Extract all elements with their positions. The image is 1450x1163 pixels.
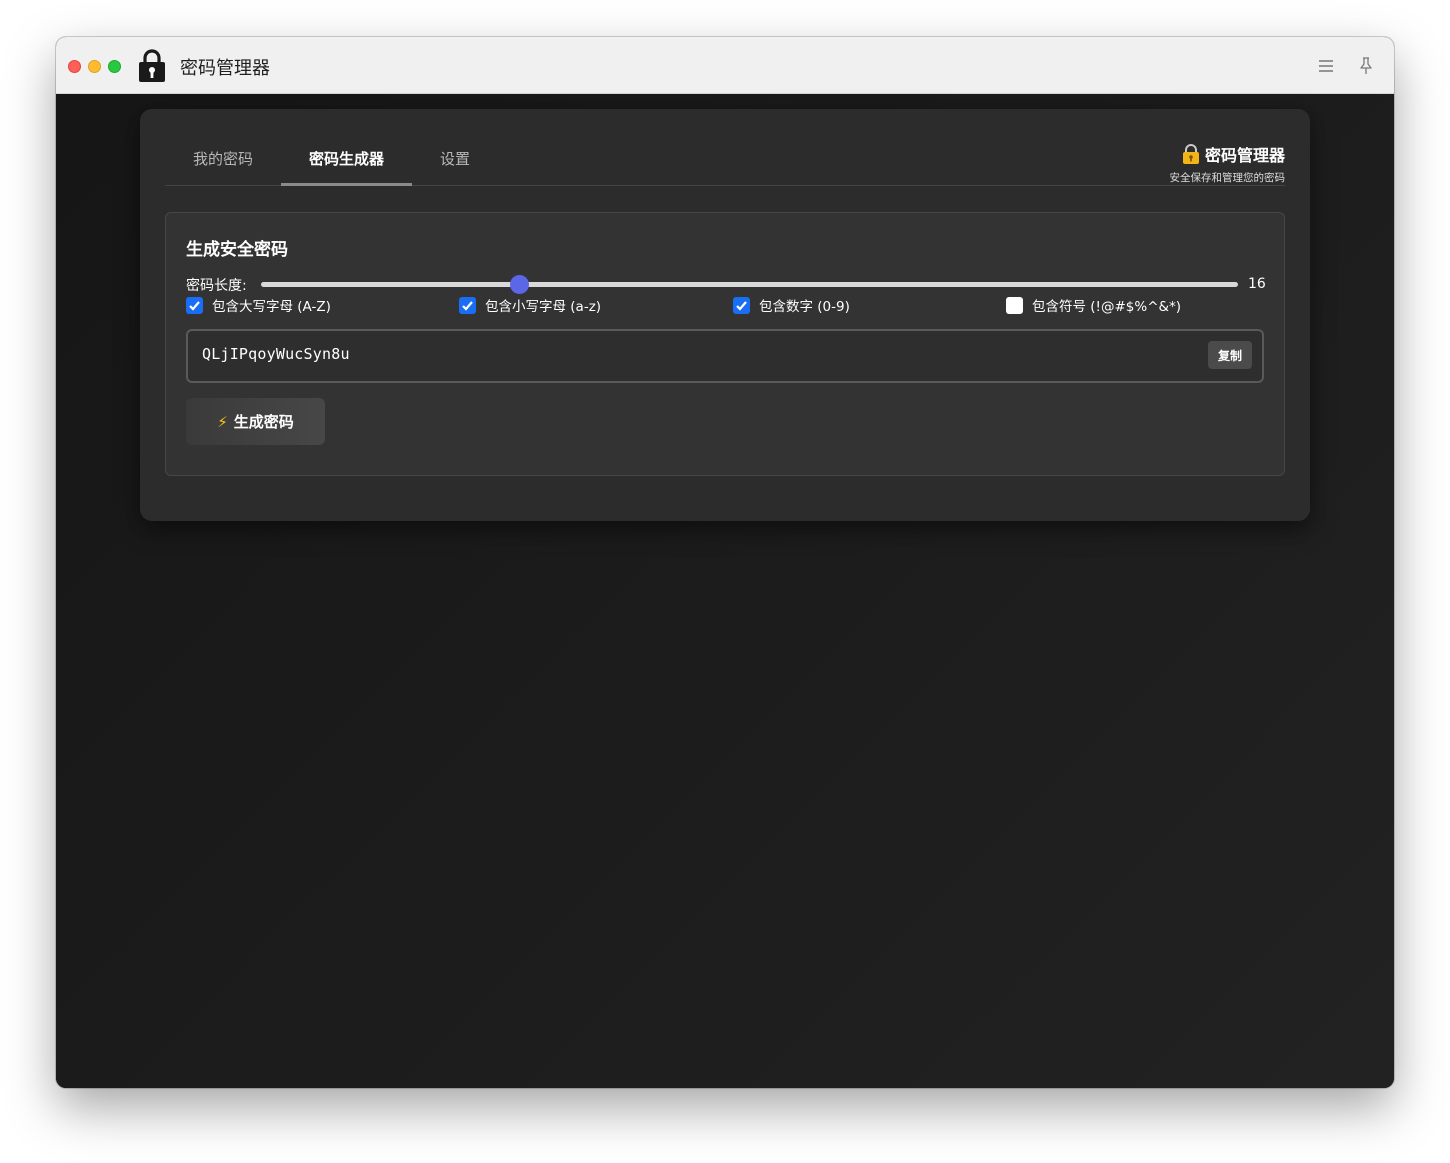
tab-my-passwords[interactable]: 我的密码 [193,148,253,186]
panel-heading: 生成安全密码 [186,240,288,260]
length-slider-track[interactable] [261,282,1238,287]
option-digits[interactable]: 包含数字 (0-9) [733,295,850,315]
checkmark-icon [189,300,200,311]
tab-settings[interactable]: 设置 [440,148,470,186]
brand-subtitle: 安全保存和管理您的密码 [1169,172,1286,184]
checkbox-symbols[interactable] [1006,296,1023,314]
brand-header: 密码管理器 安全保存和管理您的密码 [1169,142,1286,185]
lightning-icon: ⚡ [217,412,228,431]
option-symbols[interactable]: 包含符号 (!@#$%^&*) [1006,295,1181,315]
minimize-window-button[interactable] [88,60,101,73]
checkbox-digits[interactable] [733,296,750,314]
checkbox-uppercase[interactable] [186,296,203,314]
checkmark-icon [462,300,473,311]
pin-icon[interactable] [1358,56,1374,76]
length-label: 密码长度: [186,278,247,294]
password-output-field[interactable]: QLjIPqoyWucSyn8u 复制 [186,329,1264,383]
generate-button-label: 生成密码 [233,413,294,431]
lock-icon [139,49,165,82]
copy-button[interactable]: 复制 [1208,341,1252,369]
hamburger-menu-icon[interactable] [1317,57,1335,75]
main-card: 我的密码 密码生成器 设置 密码管理器 安全保存和管理您的密码 生成安全密码 密… [140,109,1310,521]
brand-title: 密码管理器 [1204,146,1285,165]
option-label: 包含大写字母 (A-Z) [212,299,331,315]
tab-bar: 我的密码 密码生成器 设置 [165,109,1285,186]
app-window: 密码管理器 我的密码 密码生成器 设置 密码管理器 安全保存和管理您的密码 生成… [56,37,1394,1088]
option-label: 包含小写字母 (a-z) [485,299,602,315]
generated-password: QLjIPqoyWucSyn8u [202,345,350,363]
tab-password-generator[interactable]: 密码生成器 [309,148,384,186]
length-slider-thumb[interactable] [510,275,529,294]
window-title: 密码管理器 [180,58,270,79]
generate-password-button[interactable]: ⚡ 生成密码 [186,398,325,445]
locked-with-key-icon [1182,144,1199,164]
option-uppercase[interactable]: 包含大写字母 (A-Z) [186,295,331,315]
checkbox-lowercase[interactable] [459,296,476,314]
generator-panel: 生成安全密码 密码长度: 16 包含大写字母 (A-Z) 包含小写字母 (a-z… [165,212,1285,476]
maximize-window-button[interactable] [108,60,121,73]
checkmark-icon [736,300,747,311]
option-lowercase[interactable]: 包含小写字母 (a-z) [459,295,601,315]
main-content: 我的密码 密码生成器 设置 密码管理器 安全保存和管理您的密码 生成安全密码 密… [56,94,1394,1088]
option-label: 包含符号 (!@#$%^&*) [1032,299,1182,315]
close-window-button[interactable] [68,60,81,73]
active-tab-indicator [281,183,412,186]
length-value: 16 [1248,276,1266,292]
title-bar: 密码管理器 [56,37,1394,94]
option-label: 包含数字 (0-9) [759,299,850,315]
